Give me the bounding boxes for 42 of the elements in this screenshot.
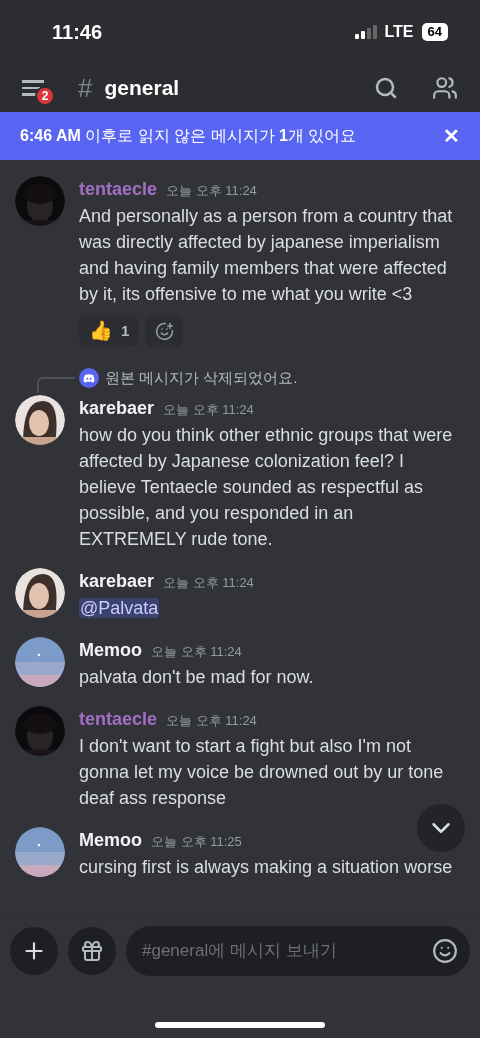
gift-icon [80,939,104,963]
banner-text: 6:46 AM 이후로 읽지 않은 메시지가 1개 있어요 [20,126,357,146]
message-text: cursing first is always making a situation worse [79,856,454,879]
reaction-chip[interactable]: 👍 1 [79,315,140,347]
unread-badge: 2 [35,86,55,106]
hash-icon: # [78,68,93,108]
author-name[interactable]: karebaer [79,568,155,595]
unread-banner[interactable]: 6:46 AM 이후로 읽지 않은 메시지가 1개 있어요 ✕ [0,112,480,160]
message-field[interactable]: #general에 메시지 보내기 [126,926,470,976]
message-time: 오늘 오후 11:25 [151,833,242,851]
jump-down-button[interactable] [417,804,465,852]
reply-text[interactable]: 원본 메시지가 삭제되었어요. [105,366,298,390]
status-time: 11:46 [52,20,103,45]
signal-icon [354,25,377,39]
author-name[interactable]: Memoo [79,827,142,854]
message-text: palvata don't be mad for now. [79,666,315,689]
author-name[interactable]: Memoo [79,637,142,664]
message-text: I don't want to start a fight but also I'm not gonna let my voice be drowned out by ur tone deaf ass response [79,735,445,810]
author-name[interactable]: karebaer [79,395,155,422]
discord-icon [79,368,99,388]
author-name[interactable]: tentaecle [79,706,158,733]
close-button[interactable]: ✕ [443,121,460,151]
gift-button[interactable] [68,927,116,975]
search-icon[interactable] [374,76,398,100]
emoji-icon[interactable] [432,938,458,964]
message-time: 오늘 오후 11:24 [163,401,254,419]
channel-title: general [104,75,180,102]
author-name[interactable]: tentaecle [79,176,158,203]
mention-link[interactable]: @Palvata [79,598,160,618]
add-emoji-icon [154,321,174,341]
network-label: LTE [384,22,414,42]
message-time: 오늘 오후 11:24 [166,182,257,200]
members-icon[interactable] [432,75,458,101]
message-time: 오늘 오후 11:24 [151,643,242,661]
message-text: how do you think other ethnic groups that were affected by Japanese colonization feel? I believe Tentaecle sounded as respectful as possible, and you responded in an EXTREMELY rude tone. [79,424,454,551]
message-text: And personally as a person from a country that was directly affected by japanese imperialism and having family members that were affected by it, its offensive to me what you write <3 [79,205,454,306]
message-time: 오늘 오후 11:24 [163,574,254,592]
battery-icon: 64 [421,23,448,41]
reply-connector-line [37,377,75,393]
add-reaction-button[interactable] [145,315,184,347]
message-time: 오늘 오후 11:24 [166,712,257,730]
add-button[interactable] [10,927,58,975]
